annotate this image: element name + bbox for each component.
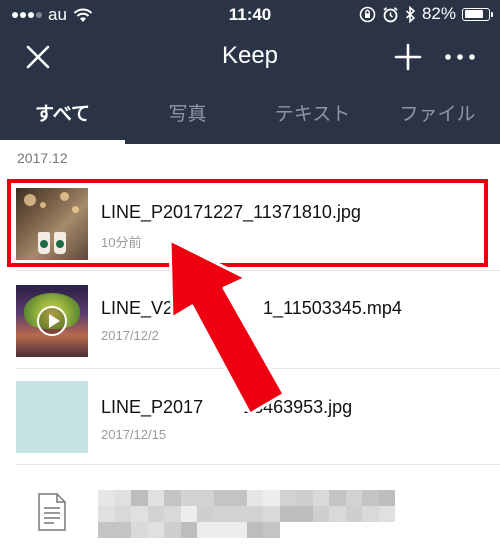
status-right: 82% [359, 4, 493, 24]
pixel-block [147, 522, 164, 538]
tab-text[interactable]: テキスト [250, 90, 375, 144]
rotation-lock-icon [359, 6, 376, 22]
pixel-block [329, 506, 346, 522]
file-row-3[interactable]: LINE_P2017 18463953.jpg 2017/12/15 [0, 369, 500, 466]
image-thumbnail [16, 381, 88, 453]
pixel-block [230, 490, 247, 506]
pixel-block [164, 522, 181, 538]
pixel-block [263, 522, 280, 538]
file-name: LINE_P20171227_11371810.jpg [101, 202, 361, 222]
pixel-block [131, 490, 148, 506]
pixel-block [378, 490, 395, 506]
pixel-block [345, 490, 362, 506]
tab-files[interactable]: ファイル [375, 90, 500, 144]
more-icon[interactable] [440, 41, 480, 73]
section-date-header: 2017.12 [17, 150, 68, 166]
pixel-block [312, 490, 329, 506]
pixel-block [197, 490, 214, 506]
pixel-block [263, 490, 280, 506]
pixel-block [114, 522, 131, 538]
file-row-1[interactable]: LINE_P20171227_11371810.jpg 10分前 [0, 175, 500, 272]
file-name-end: 18463953.jpg [243, 397, 353, 417]
pixel-block [147, 490, 164, 506]
tab-bar: すべて 写真 テキスト ファイル [0, 90, 500, 144]
pixel-block [213, 522, 230, 538]
pixel-block [279, 490, 296, 506]
pixel-block [197, 522, 214, 538]
pixel-block [246, 506, 263, 522]
alarm-icon [383, 6, 398, 22]
pixel-block [180, 506, 197, 522]
play-icon [37, 306, 67, 336]
bluetooth-icon [405, 5, 416, 23]
pixel-block [98, 490, 115, 506]
pixel-block [164, 490, 181, 506]
pixel-block [213, 506, 230, 522]
pixel-block [131, 522, 148, 538]
active-tab-indicator [0, 140, 125, 144]
battery-icon [462, 7, 493, 21]
file-timestamp: 10分前 [101, 235, 142, 250]
pixel-block [164, 506, 181, 522]
pixel-block [98, 506, 115, 522]
file-timestamp: 2017/12/2 [101, 328, 159, 343]
pixel-block [246, 490, 263, 506]
pixel-block [213, 490, 230, 506]
pixel-block [230, 506, 247, 522]
pixel-block [296, 506, 313, 522]
plus-icon[interactable] [392, 41, 424, 73]
page-title: Keep [221, 42, 279, 69]
pixel-block [114, 506, 131, 522]
pixel-block [312, 506, 329, 522]
pixel-block [147, 506, 164, 522]
pixel-block [279, 506, 296, 522]
pixel-block [180, 490, 197, 506]
video-thumbnail [16, 285, 88, 357]
pixel-block [131, 506, 148, 522]
file-name-row-3: LINE_P2017 18463953.jpg [101, 397, 352, 418]
pixel-block [362, 490, 379, 506]
app-header: au 11:40 82% Keep すべて 写真 テキスト ファイル [0, 0, 500, 144]
battery-percent: 82% [421, 4, 456, 23]
file-name-end: 1_11503345.mp4 [263, 298, 402, 318]
pixelated-filename [98, 490, 400, 538]
pixel-block [180, 522, 197, 538]
pixel-block [263, 506, 280, 522]
tab-photos[interactable]: 写真 [125, 90, 250, 144]
tab-all[interactable]: すべて [0, 90, 125, 144]
pixel-block [98, 522, 115, 538]
file-name-start: LINE_V2 [101, 298, 174, 318]
pixel-block [296, 490, 313, 506]
file-timestamp: 2017/12/15 [101, 427, 167, 442]
pixel-block [197, 506, 214, 522]
file-row-2[interactable]: LINE_V2 1_11503345.mp4 2017/12/2 [0, 271, 500, 368]
pixel-block [378, 506, 395, 522]
file-name-start: LINE_P2017 [101, 397, 204, 417]
document-icon [38, 493, 66, 531]
pixel-block [114, 490, 131, 506]
pixel-block [362, 506, 379, 522]
file-name-row-2: LINE_V2 1_11503345.mp4 [101, 298, 402, 319]
pixel-block [329, 490, 346, 506]
navbar: Keep [0, 30, 500, 85]
status-bar: au 11:40 82% [0, 0, 500, 30]
photo-thumbnail [16, 188, 88, 260]
pixel-block [230, 522, 247, 538]
pixel-block [246, 522, 263, 538]
pixel-block [345, 506, 362, 522]
